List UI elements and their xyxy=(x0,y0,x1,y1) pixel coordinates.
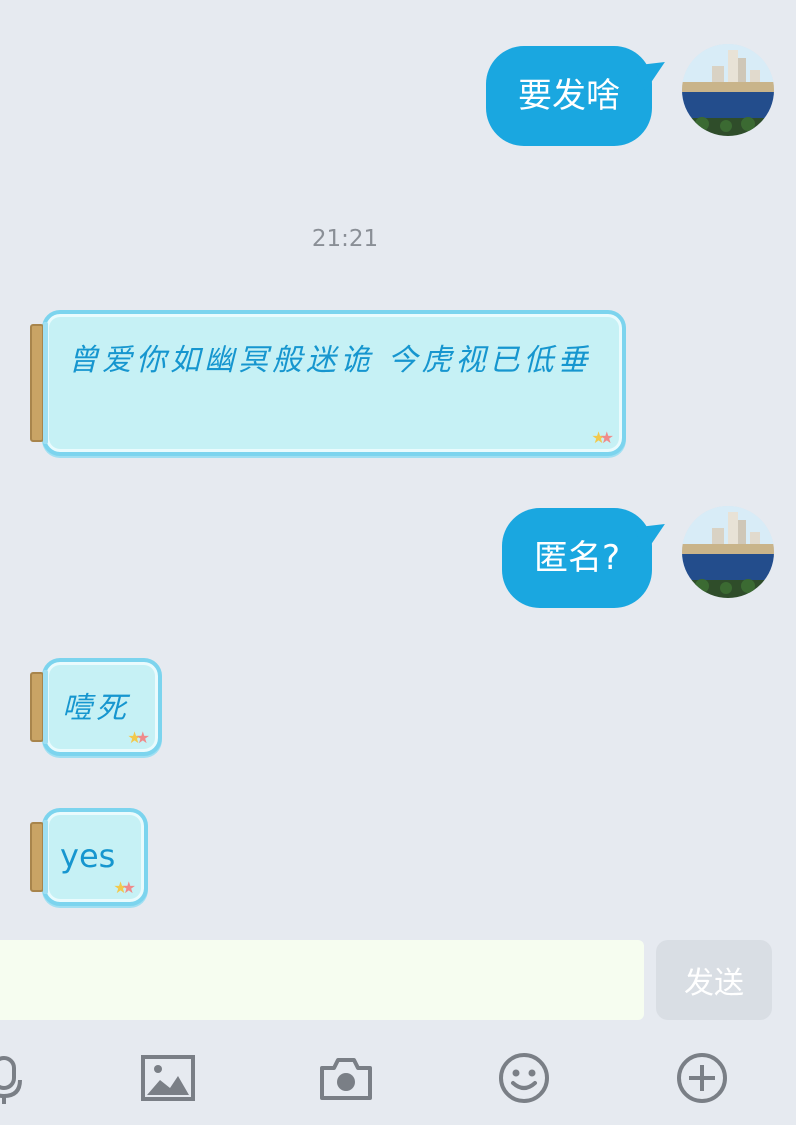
bubble-tail xyxy=(633,514,673,554)
bottom-toolbar xyxy=(0,1030,796,1125)
incoming-message-bubble[interactable]: yes ★★ xyxy=(30,808,148,906)
plus-icon[interactable] xyxy=(672,1048,732,1108)
star-icon: ★★ xyxy=(127,728,150,747)
jar-cork xyxy=(30,322,48,444)
message-text: yes xyxy=(60,837,116,875)
message-row-outgoing: 要发啥 xyxy=(486,44,774,146)
microphone-icon[interactable] xyxy=(0,1048,34,1108)
incoming-message-bubble[interactable]: 噎死 ★★ xyxy=(30,658,162,756)
timestamp: 21:21 xyxy=(311,226,379,252)
avatar[interactable] xyxy=(682,506,774,598)
jar-cork xyxy=(30,670,48,744)
star-icon: ★★ xyxy=(591,428,614,447)
message-row-incoming: yes ★★ xyxy=(26,808,148,906)
message-text: 要发啥 xyxy=(518,76,620,116)
message-input[interactable] xyxy=(0,940,644,1020)
avatar-image xyxy=(682,506,774,598)
message-text: 曾爱你如幽冥般迷诡 今虎视已低垂 xyxy=(68,343,592,378)
bubble-tail xyxy=(633,52,673,92)
image-icon[interactable] xyxy=(138,1048,198,1108)
star-icon: ★★ xyxy=(113,878,136,897)
message-row-outgoing: 匿名? xyxy=(501,506,774,608)
message-row-incoming: 曾爱你如幽冥般迷诡 今虎视已低垂 ★★ xyxy=(26,310,626,456)
chat-area: 要发啥 21:21 曾爱你如幽冥般迷诡 今虎视已低垂 ★★ 匿名? 噎死 ★★ … xyxy=(0,0,796,930)
message-text: 噎死 xyxy=(62,691,130,726)
avatar-image xyxy=(682,44,774,136)
emoji-icon[interactable] xyxy=(494,1048,554,1108)
message-input-bar: 发送 xyxy=(0,940,796,1020)
message-row-incoming: 噎死 ★★ xyxy=(26,658,162,756)
outgoing-message-bubble[interactable]: 匿名? xyxy=(501,508,673,608)
jar-cork xyxy=(30,820,48,894)
outgoing-message-bubble[interactable]: 要发啥 xyxy=(486,46,673,146)
message-text: 匿名? xyxy=(533,538,620,578)
incoming-message-bubble[interactable]: 曾爱你如幽冥般迷诡 今虎视已低垂 ★★ xyxy=(30,310,626,456)
camera-icon[interactable] xyxy=(316,1048,376,1108)
send-button[interactable]: 发送 xyxy=(656,940,772,1020)
avatar[interactable] xyxy=(682,44,774,136)
